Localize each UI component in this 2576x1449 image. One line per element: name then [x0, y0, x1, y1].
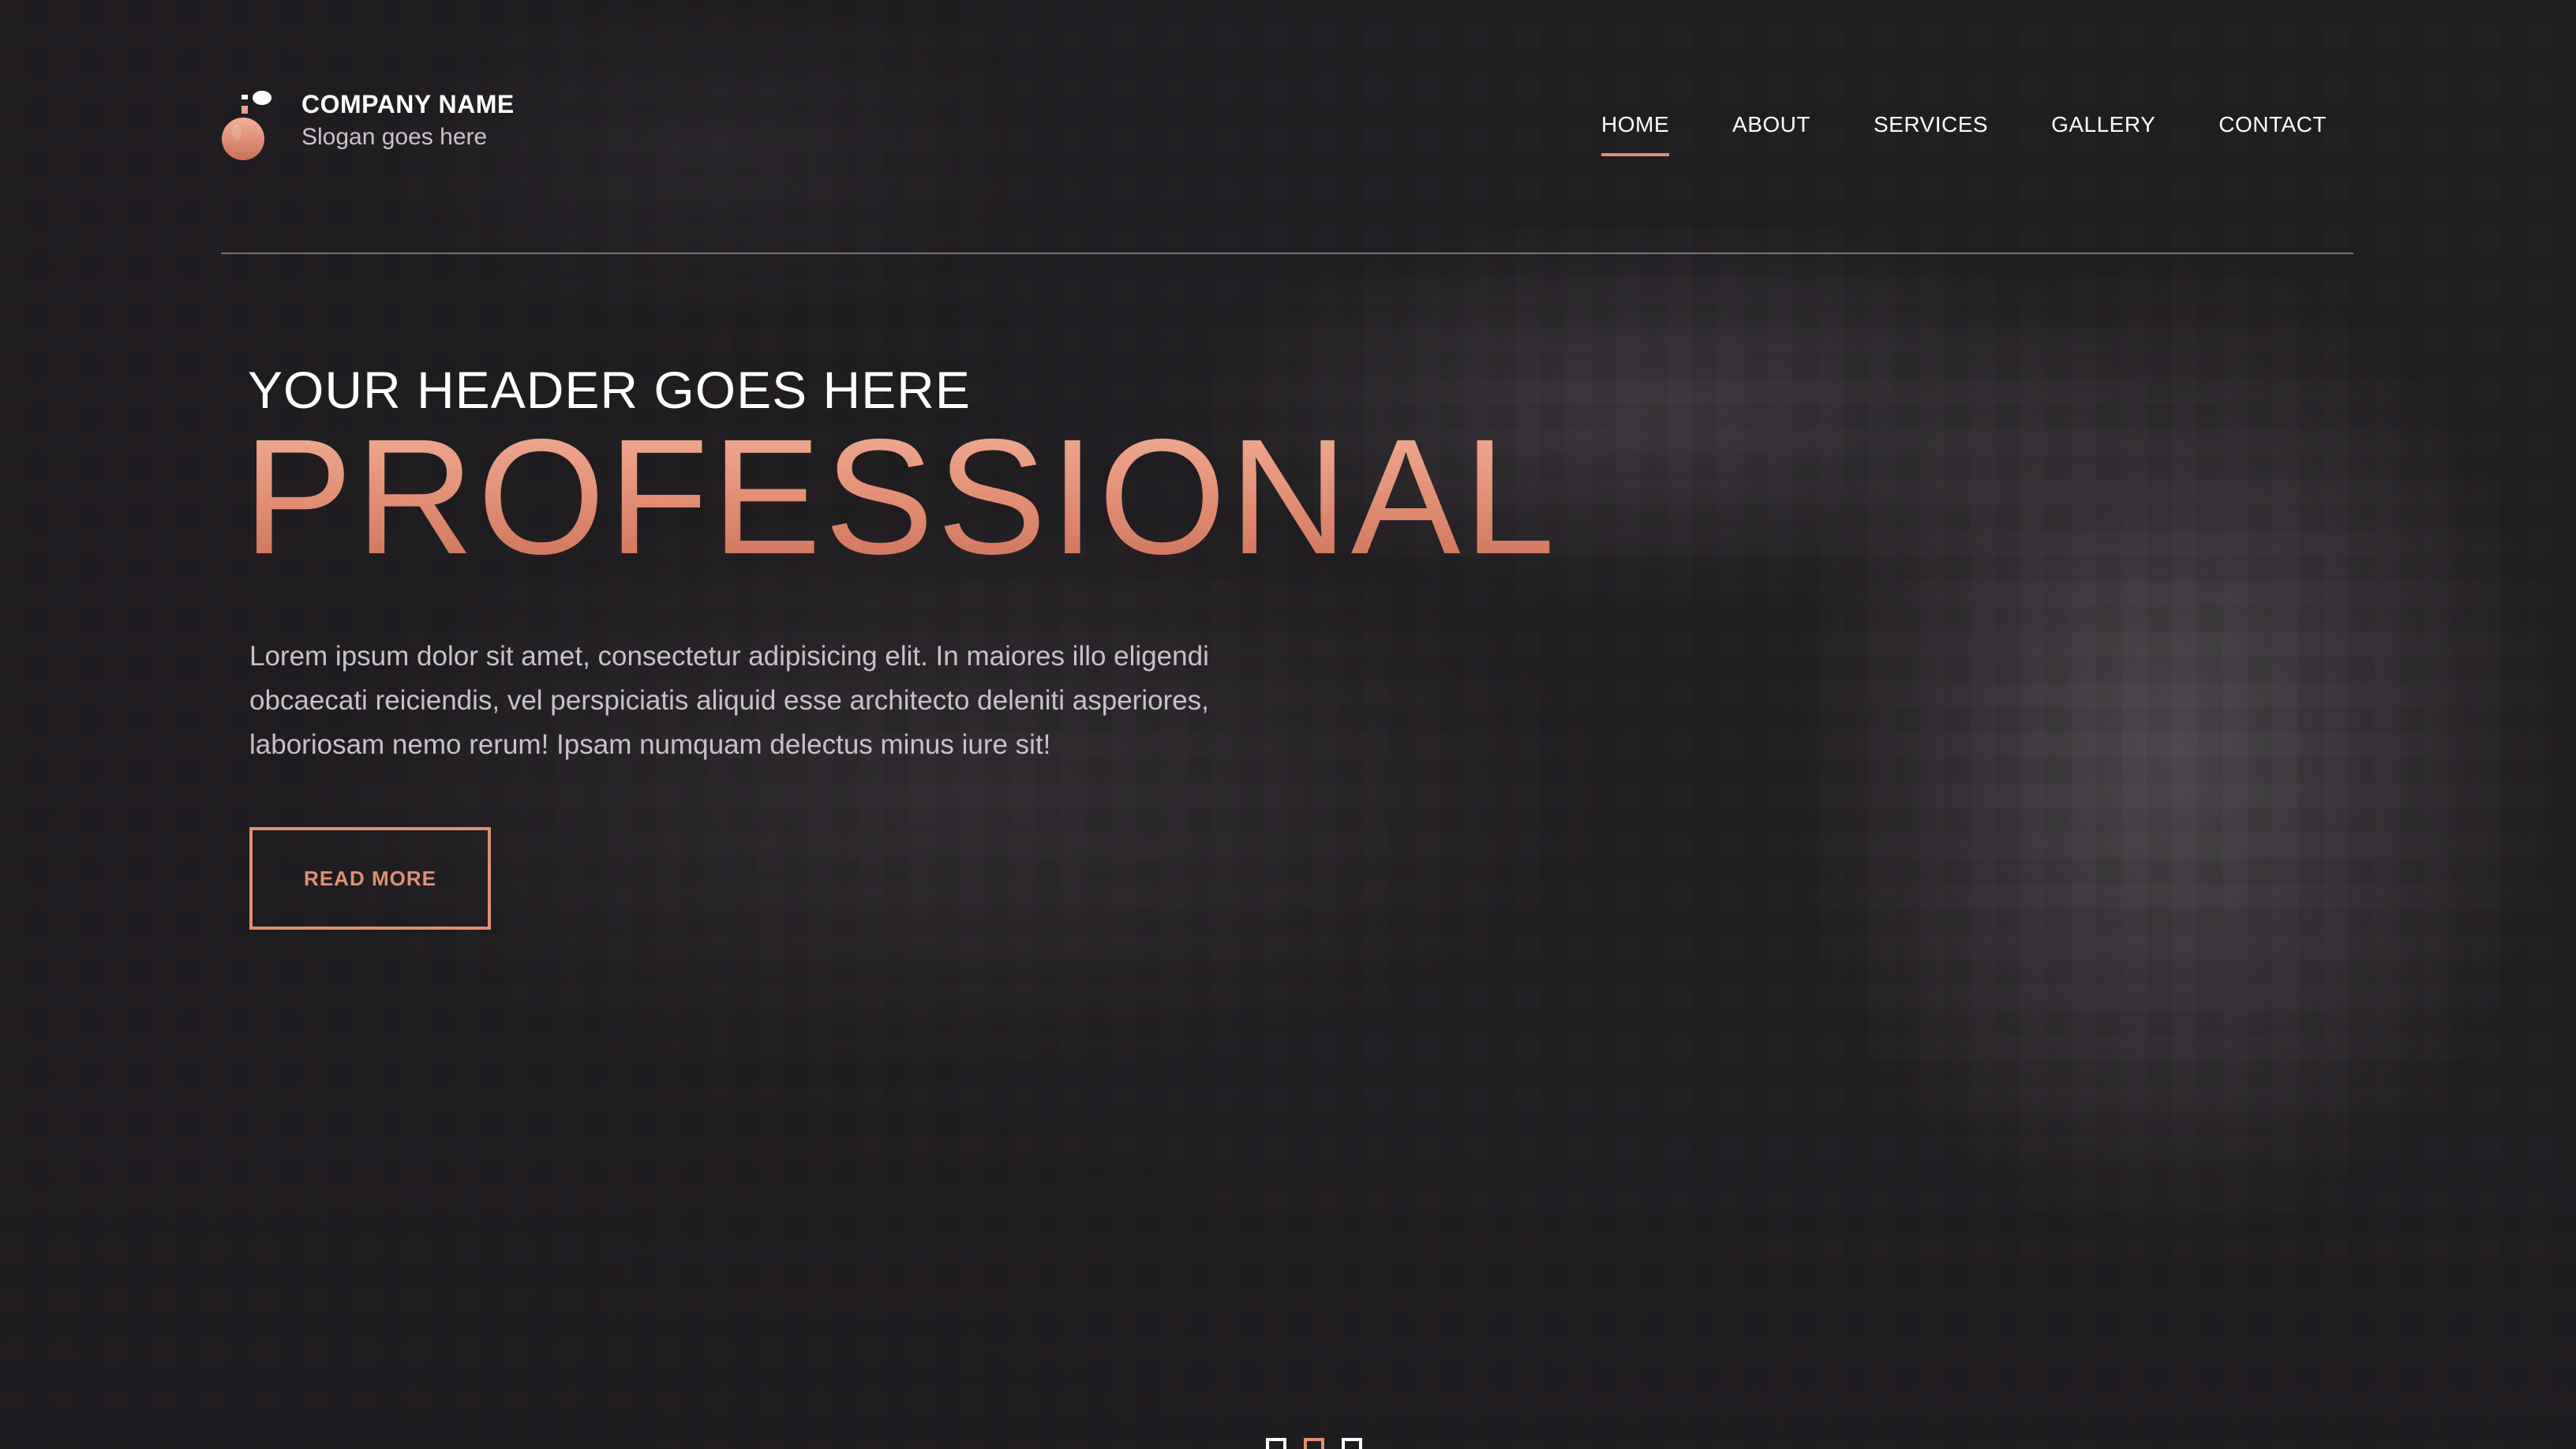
- nav-item-gallery[interactable]: GALLERY: [2051, 109, 2155, 140]
- hero-title: PROFESSIONAL: [243, 406, 1559, 589]
- main-nav: HOME ABOUT SERVICES GALLERY CONTACT: [1601, 109, 2327, 156]
- read-more-button[interactable]: READ MORE: [249, 827, 491, 930]
- header-divider: [221, 253, 2353, 254]
- slider-pagination: [1266, 1438, 1362, 1449]
- company-name[interactable]: COMPANY NAME: [301, 88, 515, 120]
- perfume-bottle-icon[interactable]: [221, 88, 271, 161]
- nav-item-home[interactable]: HOME: [1601, 109, 1670, 156]
- nav-item-services[interactable]: SERVICES: [1874, 109, 1988, 140]
- hero-body-text: Lorem ipsum dolor sit amet, consectetur …: [249, 641, 1209, 760]
- slider-dot-2[interactable]: [1304, 1438, 1324, 1449]
- landing-page: COMPANY NAME Slogan goes here HOME ABOUT…: [0, 0, 2576, 1449]
- nav-item-contact[interactable]: CONTACT: [2218, 109, 2327, 140]
- slider-dot-3[interactable]: [1342, 1438, 1362, 1449]
- brand-block: COMPANY NAME Slogan goes here: [301, 88, 515, 155]
- slider-dot-1[interactable]: [1266, 1438, 1286, 1449]
- nav-item-about[interactable]: ABOUT: [1732, 109, 1810, 140]
- company-slogan: Slogan goes here: [301, 124, 488, 150]
